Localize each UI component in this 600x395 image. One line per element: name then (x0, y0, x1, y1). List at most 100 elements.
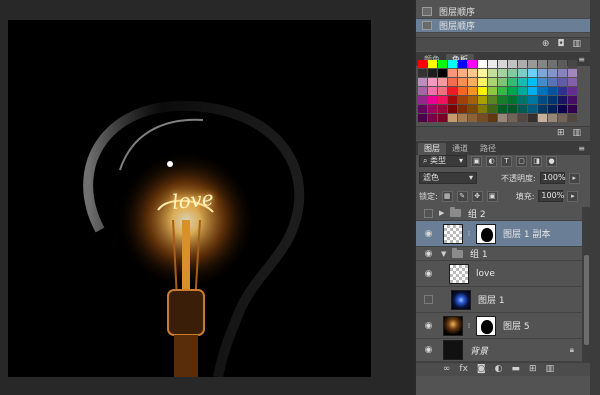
color-swatch[interactable] (438, 96, 447, 104)
color-swatch[interactable] (518, 78, 527, 86)
color-swatch[interactable] (428, 105, 437, 113)
layer-mask-thumbnail[interactable] (476, 315, 496, 336)
eye-icon[interactable]: ◉ (422, 269, 435, 279)
color-swatch[interactable] (498, 78, 507, 86)
color-swatch[interactable] (538, 78, 547, 86)
lock-pixels-icon[interactable]: ✎ (456, 190, 468, 202)
collapse-arrow-icon[interactable]: ▼ (441, 250, 448, 258)
visibility-toggle[interactable] (424, 208, 433, 218)
color-swatch[interactable] (508, 60, 517, 68)
layer-row-background[interactable]: ◉ 背景 🔒︎ (416, 339, 582, 362)
history-item-selected[interactable]: 图层顺序 (416, 19, 591, 33)
color-swatch[interactable] (548, 114, 557, 122)
color-swatch[interactable] (478, 60, 487, 68)
color-swatch[interactable] (458, 69, 467, 77)
color-swatch[interactable] (568, 78, 577, 86)
color-swatch[interactable] (438, 114, 447, 122)
color-swatch[interactable] (518, 60, 527, 68)
color-swatch[interactable] (528, 69, 537, 77)
new-snapshot-icon[interactable]: ⊕ (542, 40, 550, 49)
color-swatch[interactable] (528, 78, 537, 86)
layer-row-love[interactable]: ◉ love (416, 261, 582, 287)
new-swatch-icon[interactable]: ⊞ (557, 129, 565, 138)
color-swatch[interactable] (498, 105, 507, 113)
color-swatch[interactable] (428, 78, 437, 86)
color-swatch[interactable] (568, 69, 577, 77)
color-swatch[interactable] (478, 87, 487, 95)
smart-filter-icon[interactable]: ◨ (531, 155, 542, 167)
layer-filter-select[interactable]: ⌕ 类型 ▾ (419, 155, 467, 167)
lock-position-icon[interactable]: ✥ (471, 190, 483, 202)
color-swatch[interactable] (518, 114, 527, 122)
color-swatch[interactable] (438, 105, 447, 113)
color-swatch[interactable] (508, 69, 517, 77)
color-swatch[interactable] (548, 87, 557, 95)
color-swatch[interactable] (538, 96, 547, 104)
color-swatch[interactable] (538, 105, 547, 113)
color-swatch[interactable] (548, 60, 557, 68)
color-swatch[interactable] (508, 87, 517, 95)
mask-icon[interactable]: ◙ (477, 365, 486, 374)
scrollbar-thumb[interactable] (584, 255, 589, 345)
color-swatch[interactable] (448, 87, 457, 95)
color-swatch[interactable] (418, 87, 427, 95)
color-swatch[interactable] (478, 69, 487, 77)
eye-icon[interactable]: ◉ (422, 229, 435, 239)
trash-icon[interactable]: ▥ (572, 40, 581, 49)
color-swatch[interactable] (498, 60, 507, 68)
color-swatch[interactable] (508, 105, 517, 113)
color-swatch[interactable] (448, 96, 457, 104)
color-swatch[interactable] (418, 60, 427, 68)
color-swatch[interactable] (548, 78, 557, 86)
color-swatch[interactable] (548, 96, 557, 104)
color-swatch[interactable] (498, 114, 507, 122)
color-swatch[interactable] (508, 78, 517, 86)
color-swatch[interactable] (568, 87, 577, 95)
color-swatch[interactable] (478, 105, 487, 113)
color-swatch[interactable] (548, 105, 557, 113)
layer-row-group-2[interactable]: ▶ 组 2 (416, 206, 582, 221)
layer-row-layer-5[interactable]: ◉ ⁞ 图层 5 (416, 313, 582, 339)
color-swatch[interactable] (468, 60, 477, 68)
trash-icon[interactable]: ▥ (572, 129, 581, 138)
color-swatch[interactable] (458, 60, 467, 68)
link-icon[interactable]: ⁞ (466, 322, 472, 330)
color-swatch[interactable] (498, 87, 507, 95)
color-swatch[interactable] (558, 87, 567, 95)
color-swatch[interactable] (528, 87, 537, 95)
color-swatch[interactable] (428, 87, 437, 95)
adjust-filter-icon[interactable]: ◐ (486, 155, 497, 167)
color-swatch[interactable] (458, 105, 467, 113)
color-swatch[interactable] (488, 114, 497, 122)
color-swatch[interactable] (418, 78, 427, 86)
color-swatch[interactable] (518, 69, 527, 77)
layer-row-layer-1-copy[interactable]: ◉ ⁞ 图层 1 副本 (416, 221, 582, 247)
color-swatch[interactable] (528, 105, 537, 113)
color-swatch[interactable] (458, 87, 467, 95)
color-swatch[interactable] (428, 96, 437, 104)
color-swatch[interactable] (538, 60, 547, 68)
lock-all-icon[interactable]: ▣ (486, 190, 498, 202)
opacity-input[interactable]: 100% (539, 172, 566, 184)
color-swatch[interactable] (498, 69, 507, 77)
dock-scrollbar[interactable] (590, 0, 600, 395)
layer-row-group-1[interactable]: ◉ ▼ 组 1 (416, 247, 582, 261)
color-swatch[interactable] (478, 96, 487, 104)
filter-toggle-icon[interactable]: ● (546, 155, 557, 167)
color-swatch[interactable] (468, 87, 477, 95)
color-swatch[interactable] (448, 114, 457, 122)
color-swatch[interactable] (488, 87, 497, 95)
color-swatch[interactable] (478, 114, 487, 122)
layer-row-layer-1[interactable]: 图层 1 (416, 287, 582, 313)
expand-arrow-icon[interactable]: ▶ (439, 209, 446, 217)
color-swatch[interactable] (468, 69, 477, 77)
color-swatch[interactable] (558, 114, 567, 122)
color-swatch[interactable] (558, 105, 567, 113)
color-swatch[interactable] (488, 69, 497, 77)
color-swatch[interactable] (458, 114, 467, 122)
color-swatch[interactable] (418, 105, 427, 113)
color-swatch[interactable] (558, 69, 567, 77)
layer-mask-thumbnail[interactable] (476, 223, 496, 244)
eye-icon[interactable]: ◉ (422, 345, 435, 355)
color-swatch[interactable] (568, 105, 577, 113)
